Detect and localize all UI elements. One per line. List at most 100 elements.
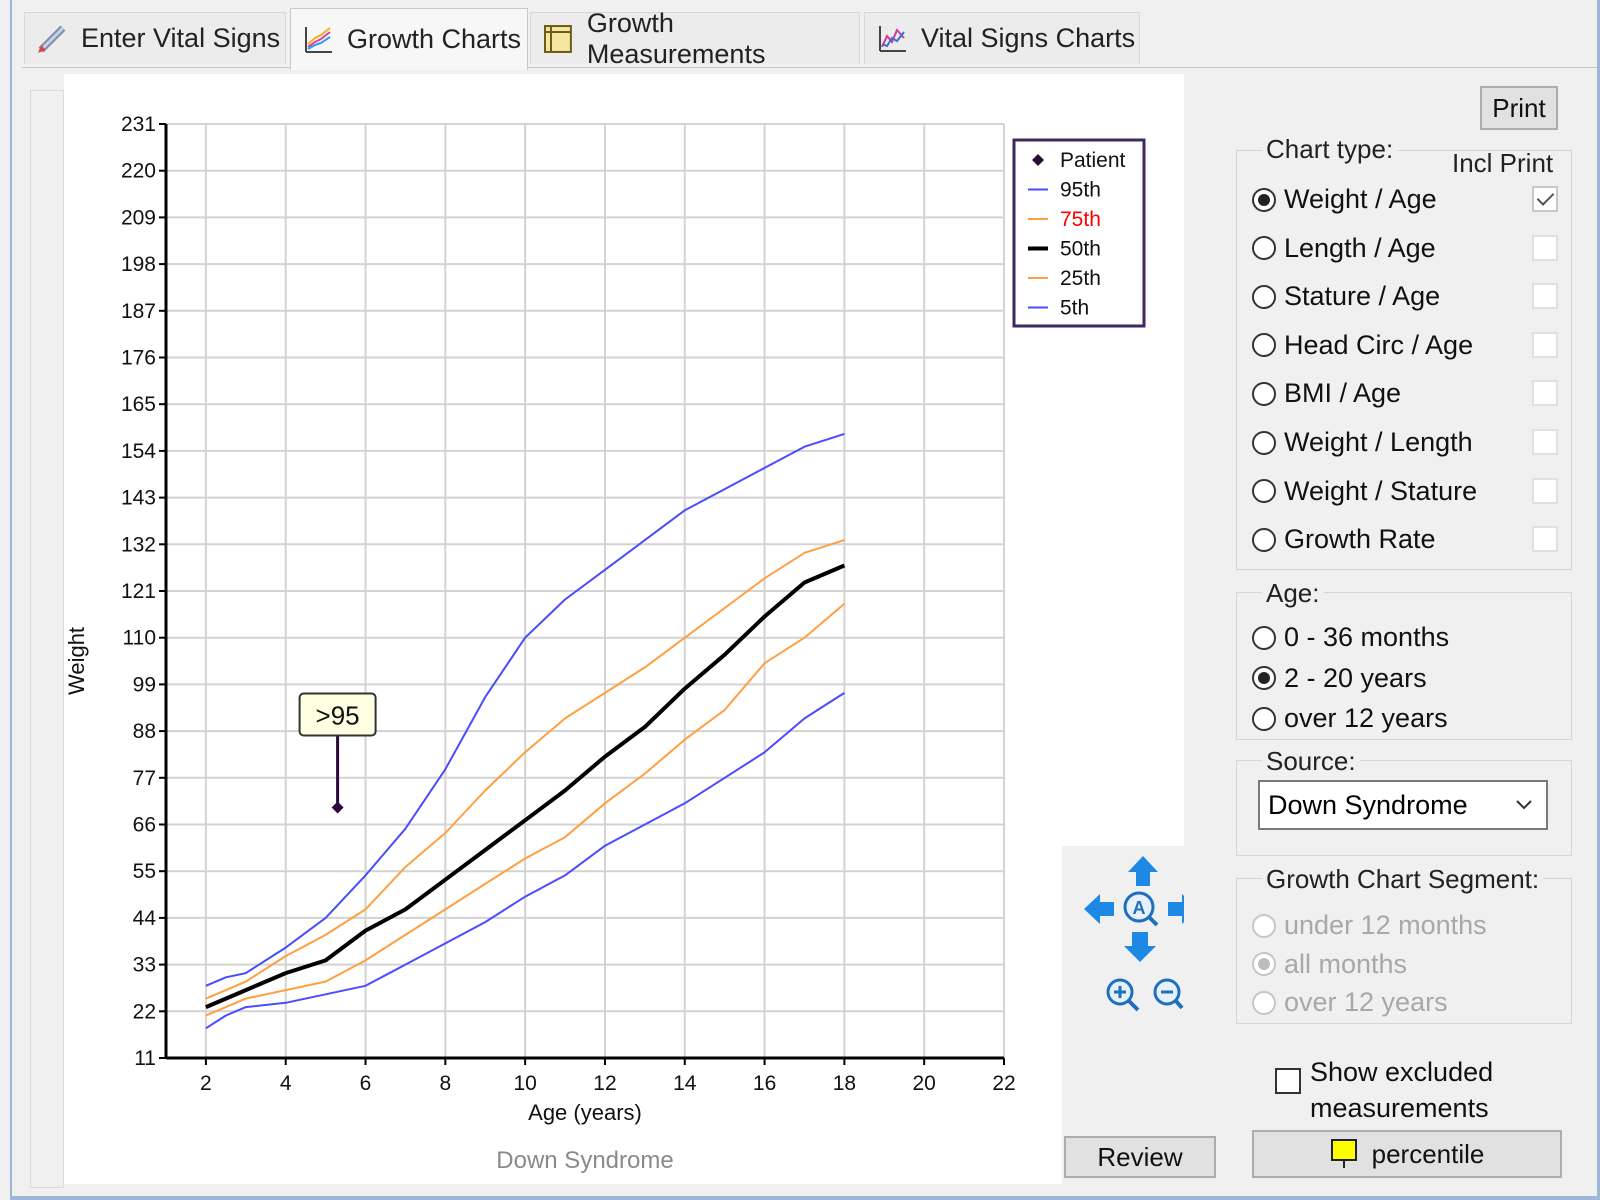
age-label: over 12 years [1284, 703, 1448, 733]
tab-vital-signs-charts[interactable]: Vital Signs Charts [864, 12, 1140, 64]
incl-print-checkbox[interactable] [1532, 429, 1558, 455]
pan-up-icon[interactable] [1128, 856, 1158, 886]
y-tick-label: 44 [133, 907, 157, 930]
radio-button[interactable] [1252, 236, 1276, 261]
x-tick-label: 8 [439, 1072, 451, 1095]
chart-type-label: Length / Age [1284, 232, 1436, 263]
x-tick-label: 4 [280, 1072, 292, 1095]
patient-point[interactable] [331, 801, 344, 814]
chevron-down-icon [1516, 800, 1532, 810]
y-tick-label: 11 [134, 1047, 156, 1070]
chart-type-option[interactable]: Weight / Stature [1252, 476, 1477, 507]
radio-button[interactable] [1252, 479, 1276, 504]
segment-label: under 12 months [1284, 910, 1487, 940]
tab-label: Growth Measurements [586, 7, 766, 69]
radio-button[interactable] [1252, 666, 1276, 690]
tab-label: Enter Vital Signs [81, 23, 281, 53]
incl-print-checkbox[interactable] [1532, 526, 1558, 553]
zoom-reset-icon[interactable]: A [1123, 891, 1159, 927]
segment-option: under 12 months [1252, 910, 1487, 941]
y-tick-label: 209 [121, 206, 156, 229]
tab-growth-measurements[interactable]: Growth Measurements [530, 8, 860, 69]
x-axis-label: Age (years) [528, 1100, 642, 1125]
chart-type-label: Weight / Stature [1284, 475, 1478, 506]
legend-label: 25th [1060, 267, 1101, 290]
chart-type-label: Growth Rate [1284, 524, 1436, 555]
x-tick-label: 18 [833, 1072, 856, 1095]
radio-button[interactable] [1252, 381, 1276, 406]
growth-chart: 11 22 33 44 55 66 77 88 99 110 121 132 143 154 165 176 1… [64, 113, 1146, 1174]
legend-label: 5th [1060, 297, 1089, 320]
tab-label: Growth Charts [347, 24, 522, 54]
y-tick-label: 165 [121, 393, 156, 416]
show-excluded-checkbox[interactable] [1275, 1068, 1301, 1094]
chart-type-option[interactable]: Weight / Length [1252, 427, 1473, 458]
age-option[interactable]: 2 - 20 years [1252, 663, 1427, 694]
y-tick-label: 121 [121, 580, 156, 603]
y-tick-label: 143 [121, 487, 156, 510]
zoom-in-icon[interactable] [1106, 978, 1140, 1012]
x-tick-label: 22 [992, 1072, 1015, 1095]
radio-button[interactable] [1252, 187, 1276, 212]
pan-right-icon[interactable] [1168, 894, 1198, 924]
y-tick-label: 231 [121, 113, 156, 136]
chart-type-option[interactable]: Stature / Age [1252, 281, 1440, 312]
print-button[interactable]: Print [1480, 86, 1558, 130]
ruler-icon [543, 24, 572, 53]
chart-type-label: Weight / Length [1284, 427, 1473, 457]
incl-print-checkbox[interactable] [1532, 477, 1558, 504]
radio-button[interactable] [1252, 625, 1276, 650]
y-tick-label: 55 [133, 860, 156, 883]
tab-growth-charts[interactable]: Growth Charts [290, 8, 528, 70]
age-option[interactable]: over 12 years [1252, 703, 1448, 734]
radio-button [1252, 990, 1276, 1015]
radio-button [1252, 913, 1276, 938]
tab-label: Vital Signs Charts [921, 23, 1136, 53]
incl-print-title: Incl Print [1452, 148, 1554, 178]
age-title: Age: [1262, 578, 1324, 609]
y-tick-label: 99 [133, 673, 156, 696]
radio-button[interactable] [1252, 284, 1276, 309]
incl-print-checkbox[interactable] [1532, 380, 1558, 407]
incl-print-checkbox[interactable] [1532, 186, 1558, 212]
chart-type-title: Chart type: [1262, 134, 1398, 165]
radio-button[interactable] [1252, 430, 1276, 455]
x-tick-label: 6 [360, 1072, 372, 1095]
age-option[interactable]: 0 - 36 months [1252, 622, 1449, 653]
y-tick-label: 77 [133, 767, 156, 790]
incl-print-checkbox[interactable] [1532, 234, 1558, 261]
percentile-button[interactable]: percentile [1252, 1130, 1562, 1178]
incl-print-checkbox[interactable] [1532, 283, 1558, 310]
source-value: Down Syndrome [1268, 789, 1468, 820]
y-tick-label: 154 [121, 440, 156, 463]
legend-label: Patient [1060, 149, 1126, 172]
legend-label: 50th [1060, 238, 1101, 261]
radio-button[interactable] [1252, 333, 1276, 358]
chart-type-label: BMI / Age [1284, 378, 1402, 409]
source-title: Source: [1262, 746, 1360, 777]
y-tick-label: 110 [123, 627, 156, 650]
radio-button[interactable] [1252, 527, 1276, 552]
review-button[interactable]: Review [1064, 1136, 1216, 1178]
chart-type-option[interactable]: BMI / Age [1252, 378, 1401, 409]
legend-label: 75th [1060, 208, 1101, 231]
segment-option: all months [1252, 949, 1407, 980]
source-select[interactable]: Down Syndrome [1258, 780, 1548, 830]
pan-left-icon[interactable] [1084, 894, 1114, 924]
pan-down-icon[interactable] [1124, 932, 1156, 962]
line-chart-icon [879, 25, 906, 52]
chart-type-option[interactable]: Growth Rate [1252, 524, 1436, 555]
tab-enter-vital-signs[interactable]: Enter Vital Signs [24, 12, 286, 64]
sticky-note-icon [1330, 1139, 1357, 1168]
incl-print-checkbox[interactable] [1532, 331, 1558, 358]
y-tick-label: 198 [121, 253, 156, 276]
radio-button[interactable] [1252, 706, 1276, 731]
x-tick-label: 2 [200, 1072, 212, 1095]
chart-type-option[interactable]: Weight / Age [1252, 184, 1437, 215]
chart-type-label: Weight / Age [1284, 184, 1437, 214]
zoom-out-icon[interactable] [1153, 978, 1184, 1010]
chart-type-option[interactable]: Head Circ / Age [1252, 330, 1473, 361]
age-label: 2 - 20 years [1284, 662, 1427, 693]
x-tick-label: 20 [913, 1072, 936, 1095]
chart-type-option[interactable]: Length / Age [1252, 233, 1436, 264]
